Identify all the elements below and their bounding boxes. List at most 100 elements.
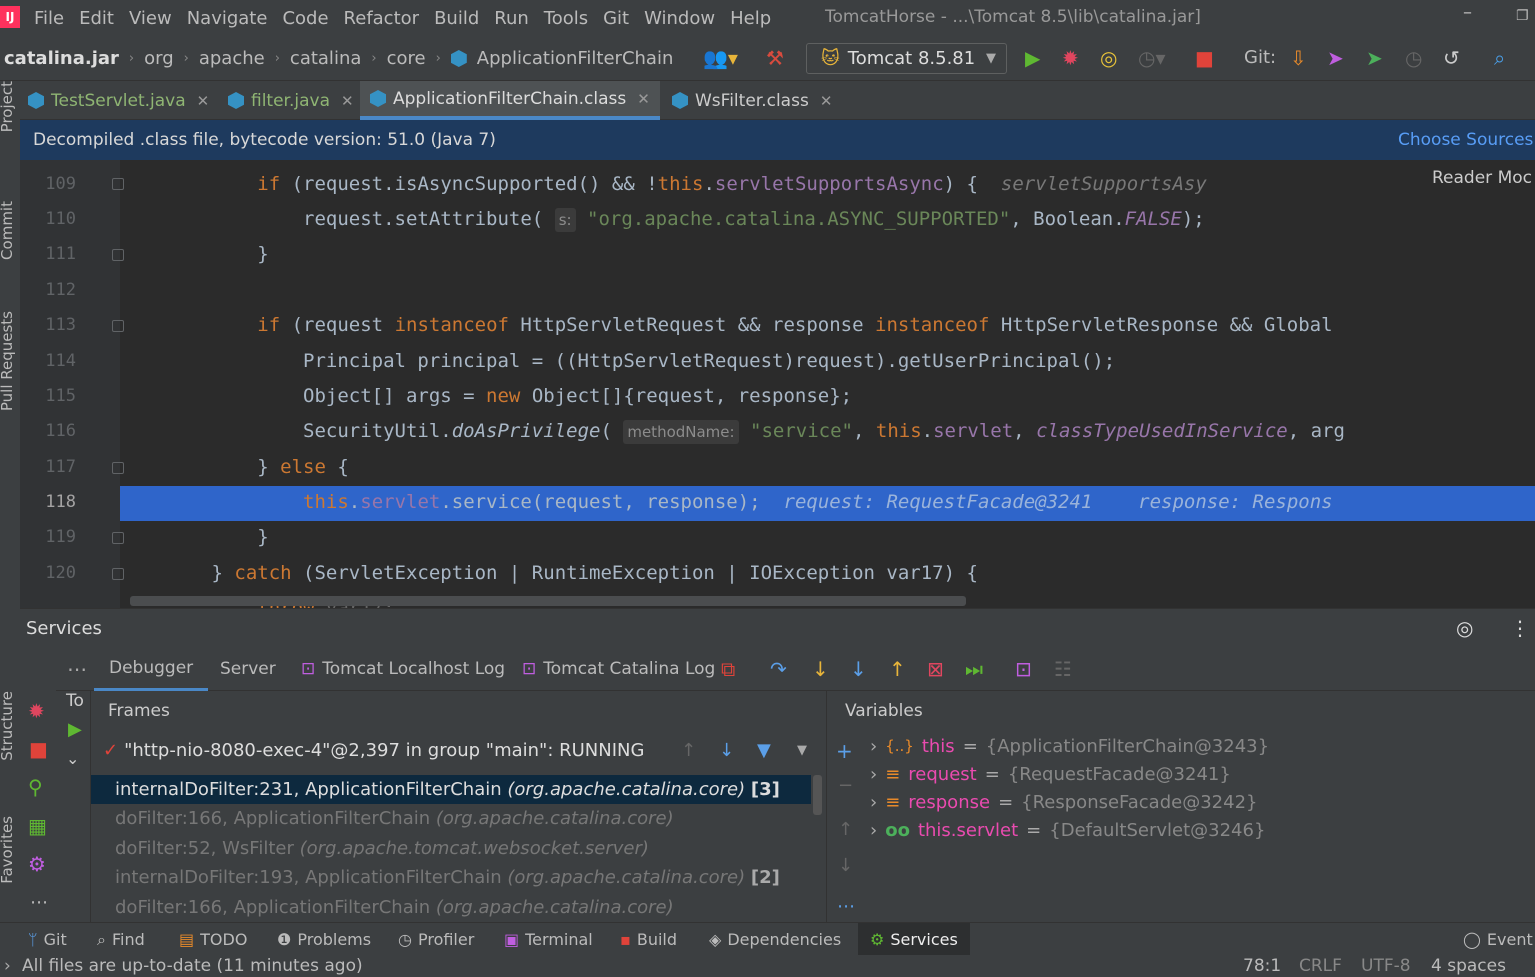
resume-icon[interactable]: ▶	[68, 719, 82, 740]
indent-setting[interactable]: 4 spaces	[1431, 956, 1506, 976]
rollback-icon[interactable]: ↺	[1443, 44, 1460, 72]
horizontal-scrollbar[interactable]	[130, 596, 966, 606]
chevron-down-icon[interactable]: ▼	[797, 743, 807, 758]
close-icon[interactable]: ✕	[637, 90, 650, 108]
variable-row[interactable]: › ≡ request = {RequestFacade@3241}	[870, 760, 1231, 788]
tab-server[interactable]: Server	[220, 647, 276, 691]
stop-icon[interactable]: ■	[29, 737, 48, 761]
stop-icon[interactable]: ■	[1195, 44, 1214, 72]
code-editor[interactable]: 109 110 111 112 113 114 115 116 117 118 …	[20, 160, 1535, 608]
arrow-down-icon[interactable]: ↓	[838, 855, 853, 876]
chevron-right-icon[interactable]: ›	[870, 820, 877, 841]
more-icon[interactable]: ⋯	[67, 658, 87, 680]
filter-icon[interactable]: ▼	[757, 740, 771, 761]
tree-label[interactable]: To	[66, 691, 84, 711]
breadcrumb-class[interactable]: ApplicationFilterChain	[477, 48, 674, 69]
settings-target-icon[interactable]: ◎	[1456, 616, 1473, 640]
menu-help[interactable]: Help	[730, 8, 771, 29]
line-separator[interactable]: CRLF	[1299, 956, 1342, 976]
choose-sources-link[interactable]: Choose Sources	[1398, 120, 1533, 160]
menu-navigate[interactable]: Navigate	[187, 8, 268, 29]
chevron-right-icon[interactable]: ›	[870, 792, 877, 813]
menu-run[interactable]: Run	[494, 8, 529, 29]
run-to-cursor-icon[interactable]: ⏭	[965, 658, 983, 680]
caret-position[interactable]: 78:1	[1243, 956, 1281, 976]
more-icon[interactable]: ⋯	[30, 892, 48, 913]
stack-frame[interactable]: internalDoFilter:231, ApplicationFilterC…	[91, 775, 811, 804]
step-into-icon[interactable]: ↓	[812, 658, 829, 680]
stack-frame[interactable]: doFilter:52, WsFilter (org.apache.tomcat…	[91, 834, 811, 863]
reader-mode-toggle[interactable]: Reader Moc	[1432, 168, 1532, 188]
menu-code[interactable]: Code	[282, 8, 328, 29]
force-step-into-icon[interactable]: ↓	[850, 658, 867, 680]
search-icon[interactable]: ⌕	[1494, 44, 1505, 72]
arrow-down-icon[interactable]: ↓	[719, 740, 734, 761]
close-icon[interactable]: ✕	[341, 92, 354, 110]
attach-icon[interactable]: ⚲	[28, 775, 43, 799]
tab-tomcat-catalina-log[interactable]: ⊡ Tomcat Catalina Log	[522, 647, 715, 691]
hammer-icon[interactable]: ⚒	[766, 44, 784, 72]
restore-layout-icon[interactable]: ⧉	[721, 658, 735, 680]
chevron-right-icon[interactable]: ›	[870, 764, 877, 785]
thread-selector[interactable]: ✓ "http-nio-8080-exec-4"@2,397 in group …	[91, 731, 826, 769]
add-watch-icon[interactable]: +	[836, 739, 853, 763]
run-icon[interactable]: ▶	[1025, 44, 1040, 72]
git-tool-button[interactable]: ᛘ Git	[28, 923, 67, 956]
git-commit-icon[interactable]: ➤	[1327, 44, 1344, 72]
commit-tool-tab[interactable]: Commit	[0, 201, 16, 260]
find-tool-button[interactable]: ⌕ Find	[97, 923, 145, 956]
profile-icon[interactable]: ◷▾	[1138, 44, 1166, 72]
breadcrumb-catalina[interactable]: catalina	[290, 48, 361, 69]
tab-testservlet[interactable]: TestServlet.java ✕	[28, 81, 209, 120]
menu-edit[interactable]: Edit	[79, 8, 114, 29]
close-icon[interactable]: ✕	[820, 92, 833, 110]
menu-tools[interactable]: Tools	[544, 8, 588, 29]
vertical-scrollbar[interactable]	[813, 775, 822, 815]
project-tool-tab[interactable]: Project	[0, 81, 16, 132]
event-log-button[interactable]: ◯ Event	[1463, 923, 1533, 956]
layout-icon[interactable]: ▦	[28, 814, 47, 838]
git-push-icon[interactable]: ➤	[1366, 44, 1383, 72]
tab-applicationfilterchain[interactable]: ApplicationFilterChain.class ✕	[360, 81, 660, 120]
tab-filter[interactable]: filter.java ✕	[228, 81, 354, 120]
breadcrumb-core[interactable]: core	[387, 48, 426, 69]
dependencies-tool-button[interactable]: ◈ Dependencies	[709, 923, 841, 956]
file-encoding[interactable]: UTF-8	[1361, 956, 1411, 976]
debug-icon[interactable]: ✹	[1062, 44, 1079, 72]
menu-file[interactable]: File	[34, 8, 64, 29]
stack-frame[interactable]: doFilter:166, ApplicationFilterChain (or…	[91, 893, 811, 922]
more-options-icon[interactable]: ⋮	[1510, 616, 1530, 640]
structure-tool-tab[interactable]: Structure	[0, 691, 16, 761]
settings-icon[interactable]: ⚙	[28, 852, 46, 876]
git-update-icon[interactable]: ⇩	[1290, 44, 1307, 72]
drop-frame-icon[interactable]: ⊠	[927, 658, 944, 680]
profiler-tool-button[interactable]: ◷ Profiler	[398, 923, 474, 956]
favorites-tool-tab[interactable]: Favorites	[0, 816, 16, 884]
menu-git[interactable]: Git	[603, 8, 629, 29]
chevron-down-icon[interactable]: ⌄	[66, 749, 79, 768]
tab-debugger[interactable]: Debugger	[94, 647, 209, 691]
breadcrumb-apache[interactable]: apache	[199, 48, 265, 69]
build-tool-button[interactable]: ▪ Build	[620, 923, 677, 956]
terminal-tool-button[interactable]: ▣ Terminal	[504, 923, 593, 956]
more-icon[interactable]: ⋯	[837, 896, 855, 917]
breadcrumb-jar[interactable]: catalina.jar	[4, 48, 119, 69]
history-icon[interactable]: ◷	[1405, 44, 1422, 72]
menu-refactor[interactable]: Refactor	[344, 8, 420, 29]
restore-button[interactable]: ❐	[1516, 8, 1529, 24]
run-configuration-select[interactable]: 🐱 Tomcat 8.5.81 ▼	[806, 43, 1007, 74]
trace-icon[interactable]: ☷	[1054, 658, 1072, 680]
step-over-icon[interactable]: ↷	[770, 658, 787, 680]
minimize-button[interactable]: –	[1463, 2, 1472, 23]
menu-build[interactable]: Build	[434, 8, 479, 29]
tab-wsfilter[interactable]: WsFilter.class ✕	[672, 81, 832, 120]
todo-tool-button[interactable]: ▤ TODO	[179, 923, 247, 956]
arrow-up-icon[interactable]: ↑	[681, 740, 696, 761]
close-icon[interactable]: ✕	[197, 92, 210, 110]
breadcrumb-org[interactable]: org	[144, 48, 174, 69]
stack-frame[interactable]: internalDoFilter:193, ApplicationFilterC…	[91, 863, 811, 892]
evaluate-expression-icon[interactable]: ⊡	[1015, 658, 1032, 680]
users-icon[interactable]: 👥▾	[703, 44, 738, 72]
coverage-icon[interactable]: ◎	[1100, 44, 1117, 72]
variable-row[interactable]: › {..} this = {ApplicationFilterChain@32…	[870, 732, 1269, 760]
